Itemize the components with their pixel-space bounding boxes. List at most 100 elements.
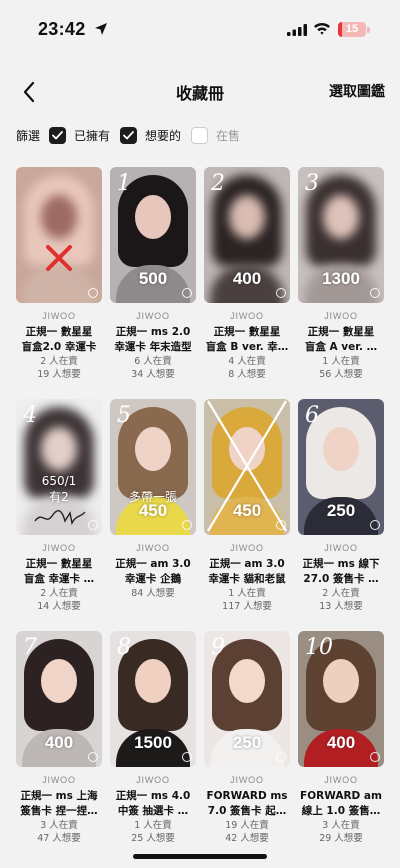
- photo-face: [229, 659, 265, 703]
- note-line-1: 650/1: [41, 474, 77, 488]
- card-name: 正規一 數星星 盲盒 幸運卡 …: [16, 557, 102, 587]
- select-collection-button[interactable]: 選取圖鑑: [329, 81, 385, 101]
- note-line-2: 有2: [49, 490, 69, 504]
- location-arrow-icon: [95, 23, 107, 35]
- card-name-line-1: 正規一 ms 線下: [302, 558, 380, 570]
- filter-owned[interactable]: 已擁有: [49, 126, 110, 144]
- photocard-image: 5 多帶一張 450: [110, 399, 196, 535]
- photocard-image: [16, 167, 102, 303]
- card-brand: JIWOO: [230, 311, 264, 321]
- handwritten-price: 450: [138, 501, 168, 520]
- card-name-line-2: 7.0 簽售卡 起…: [207, 805, 287, 817]
- photocard-image: 8 1500: [110, 631, 196, 767]
- photocard-item[interactable]: 7 400 JIWOO 正規一 ms 上海 簽售卡 捏一捏… 3 人在賣 47 人想要: [16, 631, 102, 861]
- card-name-line-1: 正規一 am 3.0: [115, 558, 191, 570]
- handwritten-price: 1300: [322, 269, 360, 288]
- photocard-item[interactable]: 10 400 JIWOO FORWARD am 線上 1.0 簽售… 3 人在賣 29 人想…: [298, 631, 384, 861]
- photo-face: [135, 659, 171, 703]
- filter-wanted[interactable]: 想要的: [120, 126, 182, 144]
- card-name-line-2: 盲盒 A ver. …: [304, 341, 378, 353]
- photocard-item[interactable]: 450 JIWOO 正規一 am 3.0 幸運卡 貓和老鼠 1 人在賣 117 人想要: [204, 399, 290, 629]
- photo-face: [229, 195, 265, 239]
- card-name: 正規一 am 3.0 幸運卡 企鵝: [110, 557, 196, 587]
- handwritten-price: 1500: [134, 733, 172, 752]
- photocard-image: 7 400: [16, 631, 102, 767]
- nav-bar: 收藏冊 選取圖鑑: [0, 72, 400, 112]
- checkmark-icon: [123, 130, 134, 139]
- card-name-line-2: 線上 1.0 簽售…: [301, 805, 381, 817]
- owned-check-icon: [182, 752, 192, 762]
- card-stat-line-1: 1 人在賣: [228, 588, 266, 599]
- photocard-item[interactable]: 2 400 JIWOO 正規一 數星星 盲盒 B ver. 幸… 4 人在賣 8 人想要: [204, 167, 290, 397]
- photocard-item[interactable]: 1 500 JIWOO 正規一 ms 2.0 幸運卡 年末造型 6 人在賣 34 人想要: [110, 167, 196, 397]
- card-stat-line-1: 6 人在賣: [134, 356, 172, 367]
- photo-face: [323, 427, 359, 471]
- card-brand: JIWOO: [42, 311, 76, 321]
- photocard-item[interactable]: 8 1500 JIWOO 正規一 ms 4.0 中簽 抽選卡 … 1 人在賣 25 人想要: [110, 631, 196, 861]
- owned-check-icon: [370, 520, 380, 530]
- red-x-mark: [46, 245, 72, 271]
- card-name: FORWARD am 線上 1.0 簽售…: [298, 789, 384, 819]
- wanted-checkbox[interactable]: [120, 126, 138, 144]
- photocard-item[interactable]: 5 多帶一張 450 JIWOO 正規一 am 3.0 幸運卡 企鵝 84 人想要: [110, 399, 196, 629]
- handwritten-number: 1: [117, 171, 131, 196]
- handwritten-price: 250: [232, 733, 262, 752]
- on-sale-checkbox[interactable]: [191, 126, 209, 144]
- filter-on-sale[interactable]: 在售: [191, 126, 240, 144]
- handwritten-number: 3: [305, 171, 319, 196]
- card-stat-line-2: 34 人想要: [131, 369, 175, 380]
- handwritten-price: 250: [326, 501, 356, 520]
- photocard-item[interactable]: 9 250 JIWOO FORWARD ms 7.0 簽售卡 起… 19 人在賣 42 人想…: [204, 631, 290, 861]
- card-name: 正規一 數星星 盲盒 A ver. …: [298, 325, 384, 355]
- handwritten-price: 400: [232, 269, 262, 288]
- card-name-line-1: 正規一 ms 2.0: [115, 326, 191, 338]
- card-name: 正規一 ms 4.0 中簽 抽選卡 …: [110, 789, 196, 819]
- card-brand: JIWOO: [136, 311, 170, 321]
- photocard-image: 2 400: [204, 167, 290, 303]
- card-stat-line-1: 3 人在賣: [40, 820, 78, 831]
- card-name-line-2: 盲盒2.0 幸運卡: [21, 341, 97, 353]
- card-name: 正規一 數星星 盲盒 B ver. 幸…: [204, 325, 290, 355]
- owned-check-icon: [182, 288, 192, 298]
- card-name-line-2: 27.0 簽售卡 …: [303, 573, 379, 585]
- photocard-image: 1 500: [110, 167, 196, 303]
- handwritten-note: 650/1 有2: [16, 473, 102, 505]
- card-name-line-1: 正規一 ms 4.0: [115, 790, 191, 802]
- card-name-line-2: 幸運卡 企鵝: [124, 573, 182, 585]
- handwritten-price: 400: [44, 733, 74, 752]
- handwritten-number: 4: [23, 403, 37, 428]
- card-name-line-2: 幸運卡 貓和老鼠: [208, 573, 286, 585]
- card-stat-line-2: 47 人想要: [37, 833, 81, 844]
- photo-face: [135, 195, 171, 239]
- card-stat-line-2: 13 人想要: [319, 601, 363, 612]
- photocard-item[interactable]: 3 1300 JIWOO 正規一 數星星 盲盒 A ver. … 1 人在賣 56 人想要: [298, 167, 384, 397]
- card-stat-line-1: 1 人在賣: [134, 820, 172, 831]
- photocard-item[interactable]: 4 650/1 有2 JIWOO 正規一 數星星 盲盒 幸運卡 … 2 人在賣 14 人想要: [16, 399, 102, 629]
- card-name: 正規一 數星星 盲盒2.0 幸運卡: [16, 325, 102, 355]
- wanted-label: 想要的: [145, 128, 182, 143]
- card-stat-line-2: 117 人想要: [222, 601, 272, 612]
- card-brand: JIWOO: [42, 775, 76, 785]
- card-name-line-2: 幸運卡 年末造型: [114, 341, 192, 353]
- photocard-image: 3 1300: [298, 167, 384, 303]
- card-name: 正規一 ms 2.0 幸運卡 年末造型: [110, 325, 196, 355]
- photocard-item[interactable]: 6 250 JIWOO 正規一 ms 線下 27.0 簽售卡 … 2 人在賣 13 人想要: [298, 399, 384, 629]
- battery-indicator: 15: [338, 22, 366, 37]
- owned-check-icon: [182, 520, 192, 530]
- battery-cap: [367, 27, 370, 33]
- card-name-line-1: 正規一 數星星: [307, 326, 375, 338]
- checkmark-icon: [52, 130, 63, 139]
- owned-check-icon: [276, 752, 286, 762]
- owned-checkbox[interactable]: [49, 126, 67, 144]
- status-bar: 23:42 15: [0, 0, 400, 58]
- owned-check-icon: [370, 752, 380, 762]
- card-name-line-1: FORWARD am: [300, 790, 382, 802]
- card-brand: JIWOO: [230, 543, 264, 553]
- handwritten-price: 500: [138, 269, 168, 288]
- card-name-line-1: 正規一 ms 上海: [20, 790, 98, 802]
- card-stat-line-2: 56 人想要: [319, 369, 363, 380]
- battery-percentage: 15: [345, 23, 359, 35]
- photocard-item[interactable]: JIWOO 正規一 數星星 盲盒2.0 幸運卡 2 人在賣 19 人想要: [16, 167, 102, 397]
- card-name-line-1: 正規一 數星星: [213, 326, 281, 338]
- status-time: 23:42: [38, 19, 86, 39]
